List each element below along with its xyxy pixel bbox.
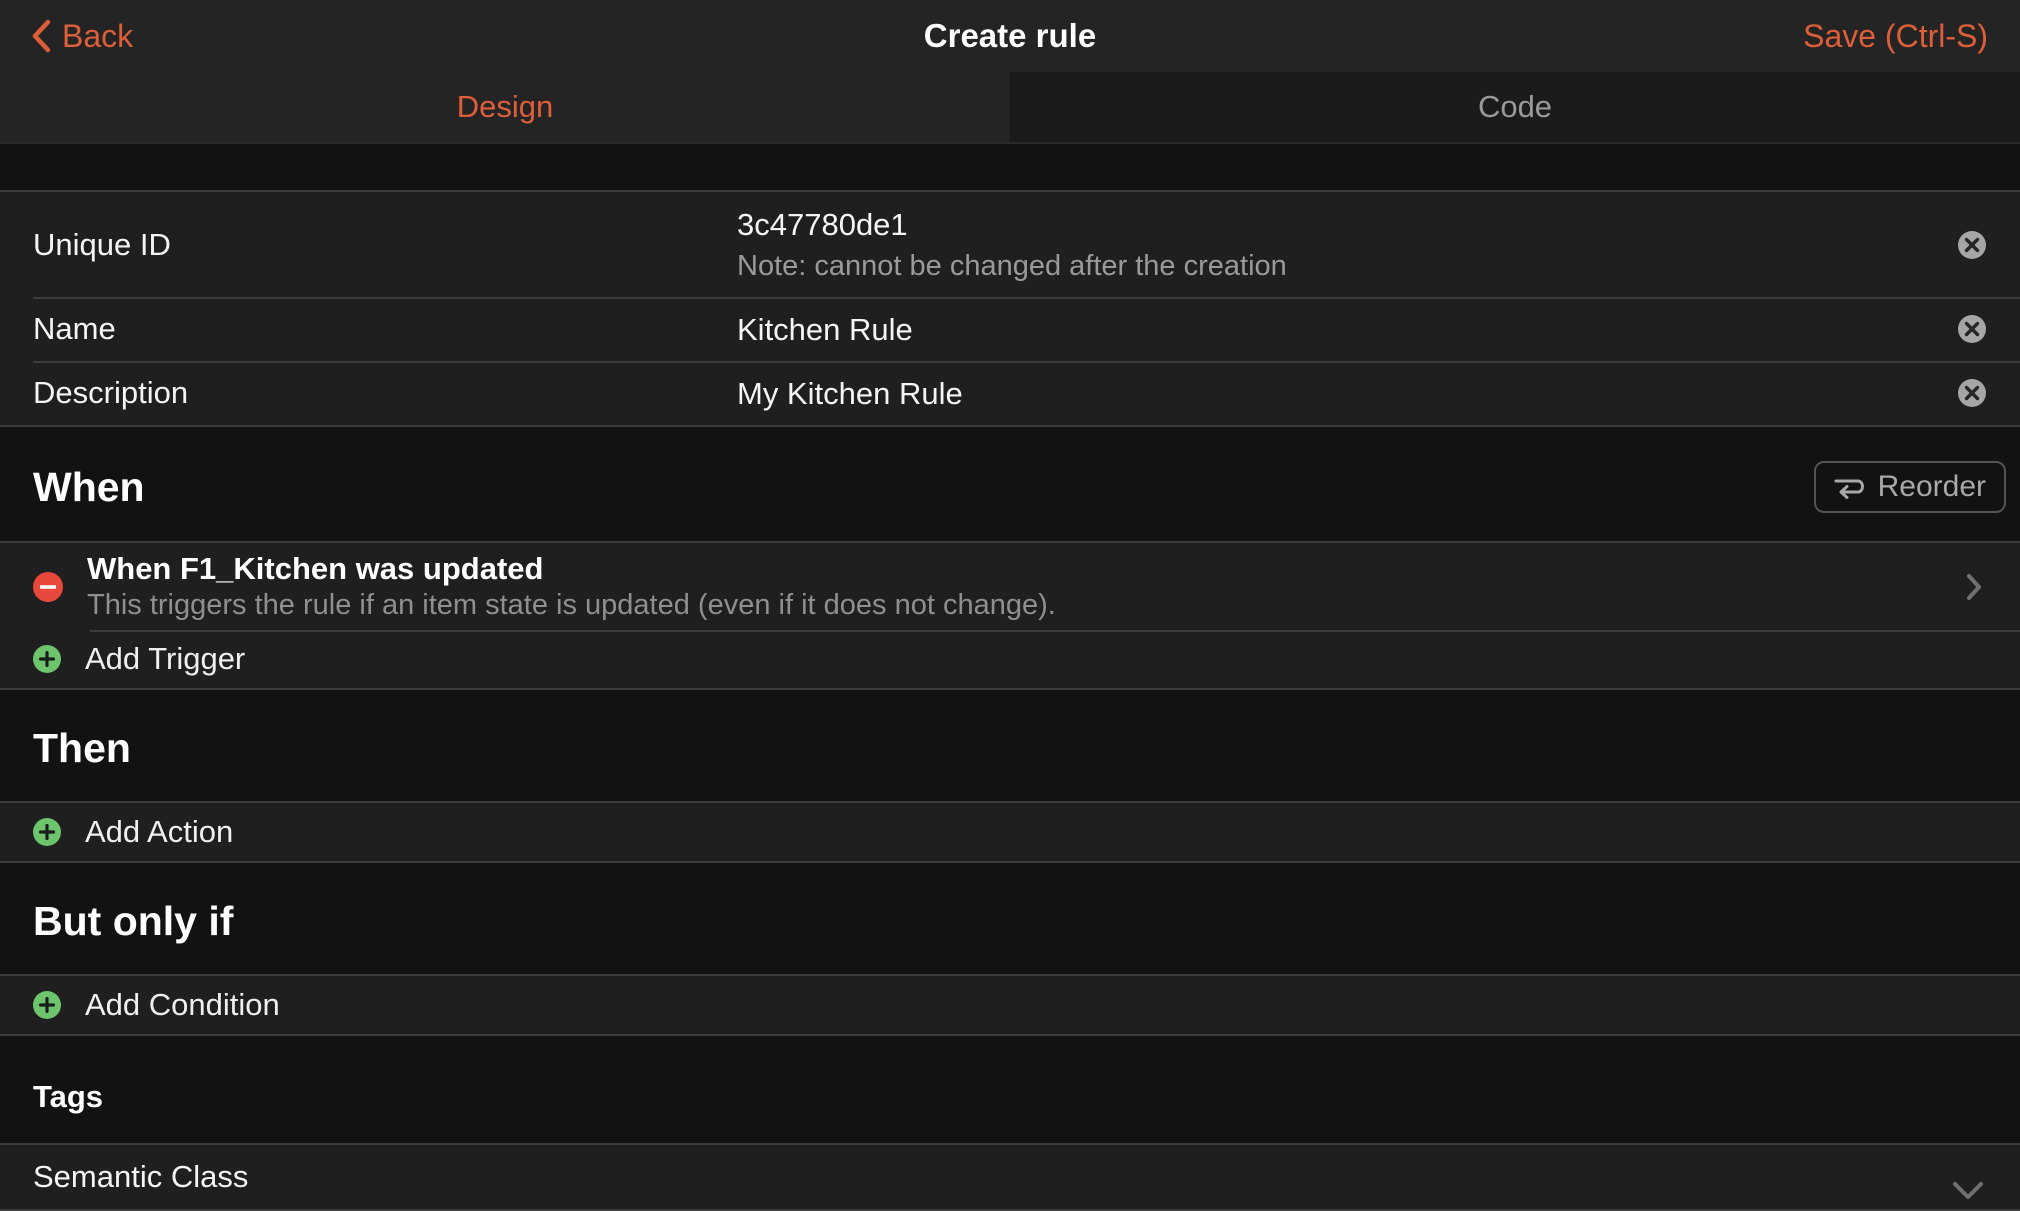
trigger-title: When F1_Kitchen was updated — [87, 551, 1945, 587]
name-input[interactable]: Kitchen Rule — [737, 311, 1933, 348]
clear-icon — [1957, 230, 1987, 260]
semantic-class-row[interactable]: Semantic Class — [0, 1145, 2020, 1209]
navbar: Back Create rule Save (Ctrl-S) — [0, 0, 2020, 72]
remove-trigger-button[interactable] — [33, 572, 63, 602]
tags-list: Semantic Class — [0, 1143, 2020, 1211]
plus-icon — [33, 818, 61, 846]
content-spacer — [0, 144, 2020, 190]
add-condition-button[interactable]: Add Condition — [0, 976, 2020, 1034]
section-conditions-header: But only if — [0, 863, 2020, 974]
clear-button[interactable] — [1957, 230, 1987, 260]
reorder-button[interactable]: Reorder — [1814, 461, 2006, 513]
then-heading: Then — [33, 724, 131, 773]
rule-info-list: Unique ID 3c47780de1 Note: cannot be cha… — [0, 190, 2020, 427]
field-label: Unique ID — [33, 227, 737, 263]
field-row-description[interactable]: Description My Kitchen Rule — [0, 361, 2020, 425]
clear-icon — [1957, 378, 1987, 408]
triggers-list: When F1_Kitchen was updated This trigger… — [0, 541, 2020, 690]
tags-heading: Tags — [33, 1070, 103, 1115]
section-when-header: When Reorder — [0, 427, 2020, 541]
unique-id-note: Note: cannot be changed after the creati… — [737, 250, 1933, 283]
save-button[interactable]: Save (Ctrl-S) — [1803, 0, 1988, 72]
back-label: Back — [62, 18, 133, 55]
plus-icon — [33, 991, 61, 1019]
page-title: Create rule — [300, 0, 1720, 72]
section-tags-header: Tags — [0, 1036, 2020, 1143]
conditions-list: Add Condition — [0, 974, 2020, 1036]
field-row-name[interactable]: Name Kitchen Rule — [0, 297, 2020, 361]
clear-button[interactable] — [1957, 378, 1987, 408]
but-only-if-heading: But only if — [33, 897, 233, 946]
field-label: Name — [33, 311, 737, 347]
add-condition-label: Add Condition — [85, 987, 280, 1023]
description-input[interactable]: My Kitchen Rule — [737, 375, 1933, 412]
chevron-right-icon — [1965, 571, 1983, 603]
reorder-icon — [1830, 473, 1866, 501]
clear-icon — [1957, 314, 1987, 344]
actions-list: Add Action — [0, 801, 2020, 863]
minus-icon — [40, 585, 56, 589]
add-trigger-label: Add Trigger — [85, 641, 245, 677]
trigger-row[interactable]: When F1_Kitchen was updated This trigger… — [0, 543, 2020, 630]
chevron-left-icon — [30, 18, 52, 54]
plus-icon — [33, 645, 61, 673]
semantic-class-label: Semantic Class — [33, 1159, 248, 1195]
chevron-down-icon — [1951, 1180, 1985, 1202]
add-trigger-button[interactable]: Add Trigger — [0, 630, 2020, 688]
unique-id-input[interactable]: 3c47780de1 — [737, 206, 1933, 243]
clear-button[interactable] — [1957, 314, 1987, 344]
trigger-subtitle: This triggers the rule if an item state … — [87, 589, 1945, 622]
when-heading: When — [33, 463, 145, 512]
field-row-unique-id[interactable]: Unique ID 3c47780de1 Note: cannot be cha… — [0, 192, 2020, 297]
tab-bar: Design Code — [0, 72, 2020, 144]
tab-code[interactable]: Code — [1010, 72, 2020, 142]
back-button[interactable]: Back — [30, 0, 133, 72]
reorder-label: Reorder — [1878, 470, 1986, 504]
field-label: Description — [33, 375, 737, 411]
add-action-label: Add Action — [85, 814, 233, 850]
tab-design[interactable]: Design — [0, 72, 1010, 142]
add-action-button[interactable]: Add Action — [0, 803, 2020, 861]
section-then-header: Then — [0, 690, 2020, 801]
